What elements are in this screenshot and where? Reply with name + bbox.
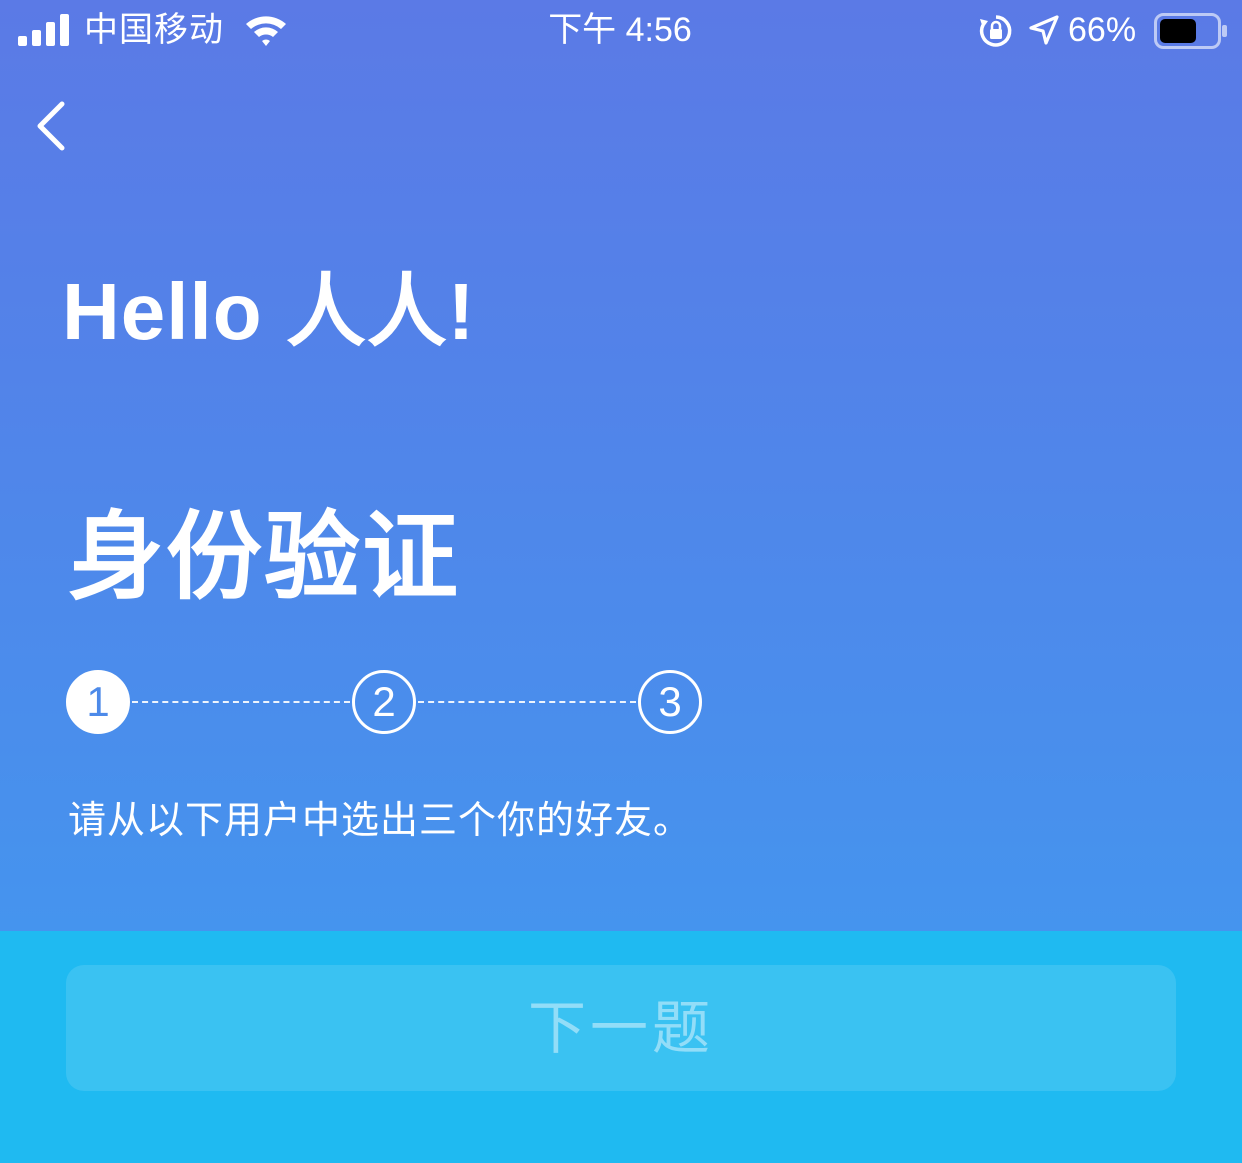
step-connector	[418, 701, 636, 703]
orientation-lock-icon	[979, 15, 1012, 47]
header-background	[0, 0, 1242, 931]
step-3-circle: 3	[638, 670, 702, 734]
step-indicator: 1 2 3	[66, 670, 706, 738]
status-bar: 中国移动 下午 4:56 66%	[0, 0, 1242, 64]
signal-bars-icon	[18, 14, 69, 46]
location-arrow-icon	[1029, 15, 1059, 45]
back-button[interactable]	[28, 96, 76, 156]
carrier-name: 中国移动	[84, 10, 224, 50]
instruction-text: 请从以下用户中选出三个你的好友。	[68, 798, 693, 842]
step-2-circle: 2	[352, 670, 416, 734]
next-question-button[interactable]: 下一题	[66, 965, 1176, 1091]
wifi-icon	[246, 16, 286, 46]
identity-verification-screen: 中国移动 下午 4:56 66% Hello 人人! 身份验证 1 2 3 请从…	[0, 0, 1242, 1163]
battery-percent: 66%	[1068, 11, 1137, 49]
battery-icon	[1154, 13, 1227, 49]
greeting-text: Hello 人人!	[62, 267, 476, 356]
page-title: 身份验证	[68, 501, 460, 613]
step-1-circle: 1	[66, 670, 130, 734]
status-time: 下午 4:56	[548, 11, 692, 49]
step-connector	[132, 701, 350, 703]
